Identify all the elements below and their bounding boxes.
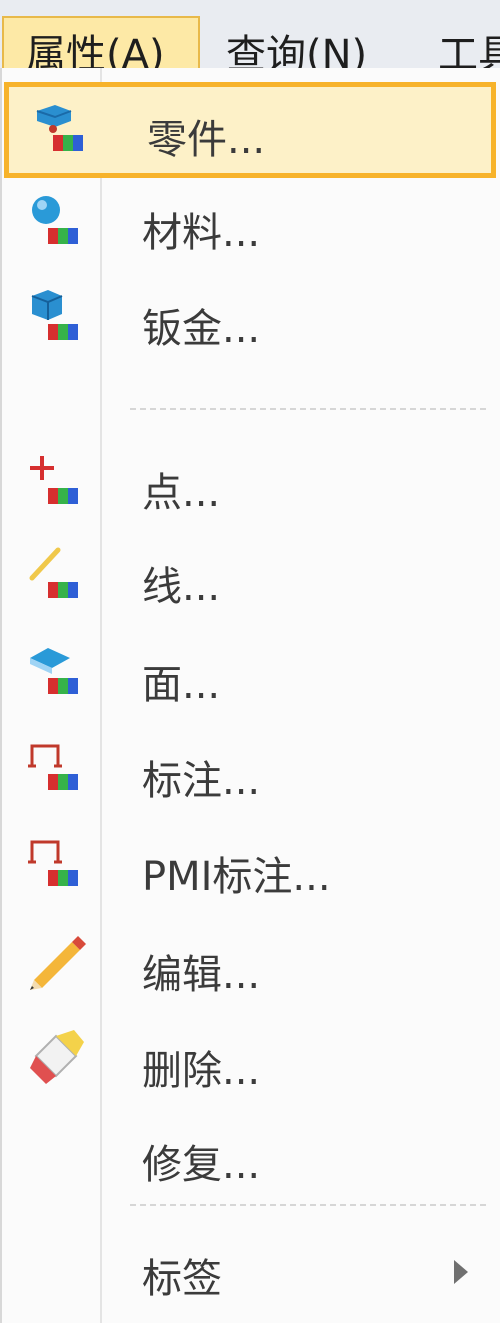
menu-item-repair[interactable]: 修复... bbox=[4, 1108, 496, 1204]
menu-item-sheet-metal[interactable]: 钣金... bbox=[4, 274, 496, 370]
menu-item-annotation[interactable]: 标注... bbox=[4, 726, 496, 822]
part-properties-icon bbox=[31, 97, 91, 161]
menu-item-line[interactable]: 线... bbox=[4, 534, 496, 630]
pmi-annotation-properties-icon bbox=[26, 832, 86, 896]
menu-item-edit[interactable]: 编辑... bbox=[4, 918, 496, 1014]
menu-separator bbox=[130, 1204, 486, 1206]
eraser-icon bbox=[26, 1026, 90, 1094]
submenu-arrow-icon bbox=[454, 1260, 468, 1284]
pencil-icon bbox=[26, 928, 90, 996]
face-properties-icon bbox=[26, 640, 86, 704]
menu-item-label: 线... bbox=[142, 564, 221, 610]
point-properties-icon bbox=[26, 450, 86, 514]
menu-item-part[interactable]: 零件... bbox=[4, 82, 496, 178]
menu-item-label: 标注... bbox=[142, 758, 261, 804]
menu-item-material[interactable]: 材料... bbox=[4, 178, 496, 274]
menu-item-label: 钣金... bbox=[142, 306, 261, 352]
attributes-dropdown-menu: 零件... 材料... 钣金... 点... 线... 面... 标注... P… bbox=[0, 68, 500, 1323]
sheet-metal-properties-icon bbox=[26, 286, 86, 350]
menu-item-tags[interactable]: 标签 bbox=[4, 1224, 496, 1320]
menu-item-label: 零件... bbox=[147, 117, 266, 163]
menu-item-pmi-annotation[interactable]: PMI标注... bbox=[4, 822, 496, 918]
menu-item-point[interactable]: 点... bbox=[4, 440, 496, 536]
annotation-properties-icon bbox=[26, 736, 86, 800]
menu-separator bbox=[130, 408, 486, 410]
menu-item-label: 删除... bbox=[142, 1048, 261, 1094]
menu-item-label: PMI标注... bbox=[142, 854, 331, 900]
menu-item-label: 面... bbox=[142, 662, 221, 708]
menu-item-label: 编辑... bbox=[142, 952, 261, 998]
menu-item-label: 修复... bbox=[142, 1142, 261, 1188]
material-properties-icon bbox=[26, 190, 86, 254]
menu-item-label: 点... bbox=[142, 470, 221, 516]
menu-item-label: 材料... bbox=[142, 210, 261, 256]
line-properties-icon bbox=[26, 544, 86, 608]
menu-item-face[interactable]: 面... bbox=[4, 630, 496, 726]
menu-item-delete[interactable]: 删除... bbox=[4, 1014, 496, 1110]
menu-item-label: 标签 bbox=[142, 1256, 222, 1302]
